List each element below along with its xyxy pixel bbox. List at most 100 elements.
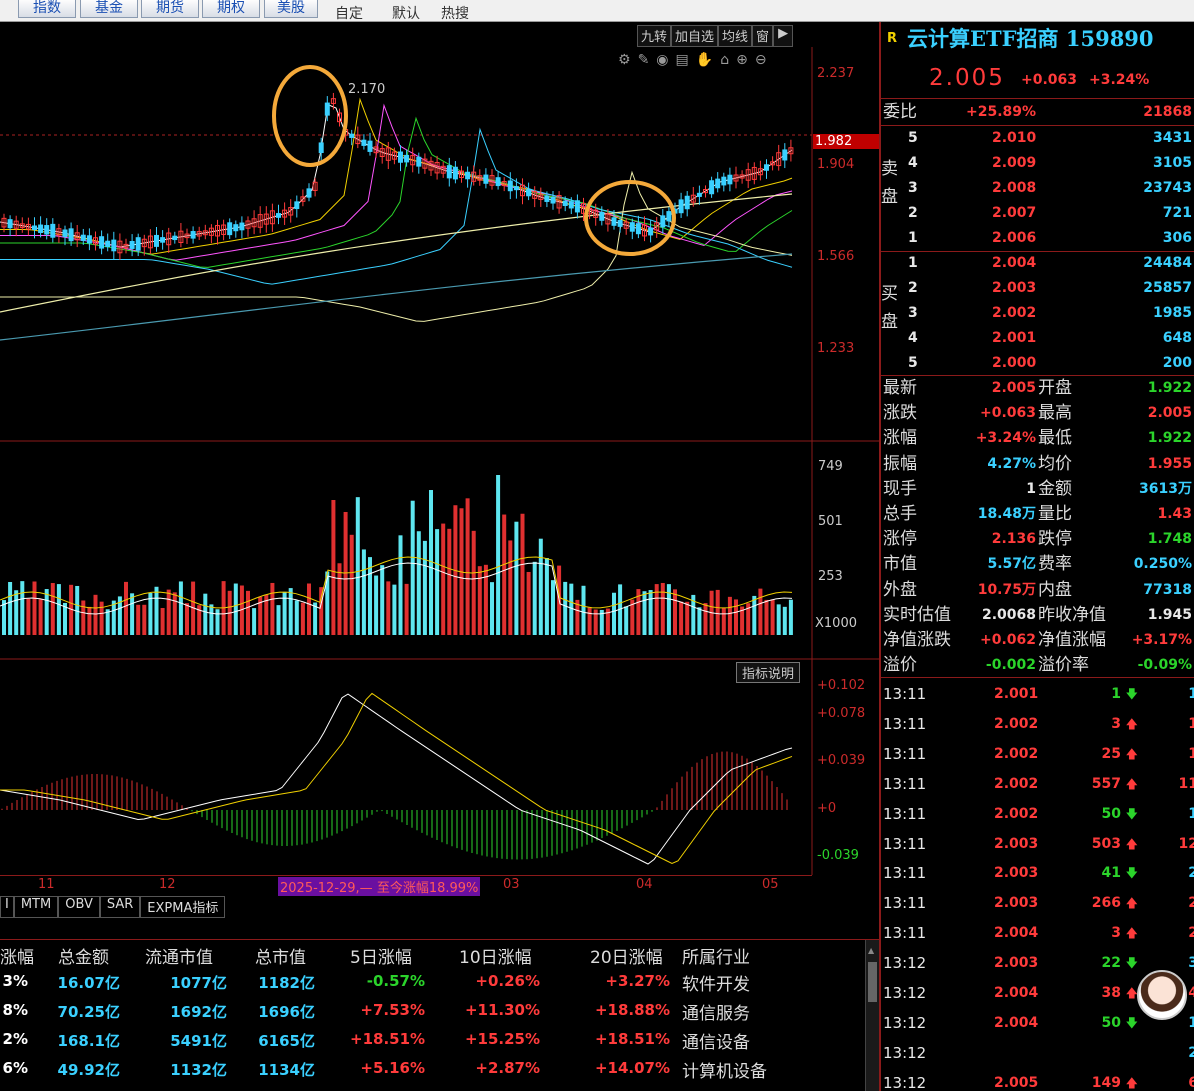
volume-bar bbox=[172, 592, 177, 635]
up-arrow-icon: 🡅 bbox=[1125, 716, 1138, 731]
candle-body bbox=[599, 211, 605, 221]
sell-side-label: 卖盘 bbox=[881, 159, 898, 207]
buy-order-row[interactable]: 1 2.004 24484 bbox=[881, 251, 1194, 276]
tick-time: 13:11 bbox=[883, 864, 927, 883]
volume-bar bbox=[331, 500, 336, 635]
tick-price: 2.002 bbox=[994, 805, 1039, 822]
volume-bar bbox=[483, 564, 488, 635]
stat-row: 溢价 -0.002 溢价率 -0.09% bbox=[881, 653, 1194, 678]
tab-futures[interactable]: 期货 bbox=[141, 0, 199, 18]
candle-body bbox=[416, 156, 422, 167]
buy-order-row[interactable]: 2 2.003 25857 bbox=[881, 276, 1194, 301]
table-row[interactable]: 2% 168.1亿 5491亿 6165亿 +18.51% +15.25% +18.51% 通… bbox=[0, 1028, 865, 1056]
volume-bar bbox=[288, 588, 293, 635]
volume-bar bbox=[8, 581, 13, 635]
volume-bar bbox=[624, 606, 629, 635]
table-cell: 计算机设备 bbox=[682, 1062, 767, 1082]
up-arrow-icon: 🡅 bbox=[1125, 926, 1138, 941]
tab-us-stocks[interactable]: 美股 bbox=[264, 0, 318, 18]
candle-body bbox=[709, 180, 715, 195]
col-header-total-cap[interactable]: 总市值 bbox=[255, 943, 306, 968]
table-cell: 1692亿 bbox=[170, 1003, 227, 1021]
table-cell: 1132亿 bbox=[170, 1061, 227, 1079]
tick-volume: 266 bbox=[1091, 895, 1121, 912]
col-header-20d[interactable]: 20日涨幅 bbox=[590, 943, 663, 968]
sell-order-row[interactable]: 4 2.009 3105 bbox=[881, 151, 1194, 176]
order-level: 4 bbox=[908, 330, 918, 346]
candle-body bbox=[105, 240, 111, 248]
indicator-help-button[interactable]: 指标说明 bbox=[736, 662, 801, 683]
col-header-change[interactable]: 涨幅 bbox=[0, 943, 34, 968]
tab-default[interactable]: 默认 bbox=[392, 3, 420, 23]
sell-order-row[interactable]: 2 2.007 721 bbox=[881, 201, 1194, 226]
candle-body bbox=[696, 192, 702, 197]
buy-order-row[interactable]: 5 2.000 200 bbox=[881, 351, 1194, 376]
order-price: 2.003 bbox=[992, 280, 1037, 296]
order-price: 2.008 bbox=[992, 180, 1037, 196]
macd-axis-1: +0.102 bbox=[817, 678, 866, 693]
volume-bar bbox=[209, 604, 214, 635]
candle-body bbox=[666, 211, 672, 222]
candle-body bbox=[190, 231, 196, 239]
peak-price-label: 2.170 bbox=[348, 82, 386, 97]
buy-order-row[interactable]: 3 2.002 1985 bbox=[881, 301, 1194, 326]
stat-value: +0.063 bbox=[979, 405, 1036, 422]
tick-price: 2.004 bbox=[994, 985, 1039, 1001]
indicator-tab-expma[interactable]: EXPMA指标 bbox=[140, 896, 226, 918]
indicator-tab-obv[interactable]: OBV bbox=[58, 896, 100, 918]
col-header-float-cap[interactable]: 流通市值 bbox=[145, 943, 213, 968]
tick-time: 13:12 bbox=[883, 984, 927, 1002]
table-row[interactable]: 8% 70.25亿 1692亿 1696亿 +7.53% +11.30% +18.88% 通信… bbox=[0, 999, 865, 1027]
stat-value: -0.09% bbox=[1137, 657, 1192, 674]
sell-order-row[interactable]: 5 2.010 3431 bbox=[881, 126, 1194, 151]
scrollbar-thumb[interactable] bbox=[868, 962, 877, 1002]
stat-label: 最低 bbox=[1038, 428, 1072, 449]
stat-label: 净值涨幅 bbox=[1038, 630, 1106, 650]
sell-order-row[interactable]: 1 2.006 306 bbox=[881, 226, 1194, 251]
col-header-10d[interactable]: 10日涨幅 bbox=[459, 943, 532, 968]
candle-body bbox=[135, 237, 141, 251]
tab-fund[interactable]: 基金 bbox=[80, 0, 138, 18]
sell-order-row[interactable]: 3 2.008 23743 bbox=[881, 176, 1194, 201]
col-header-5d[interactable]: 5日涨幅 bbox=[350, 943, 412, 968]
stat-value: 18.48万 bbox=[977, 506, 1036, 522]
table-cell: +3.27% bbox=[605, 972, 670, 990]
candle-body bbox=[233, 224, 239, 232]
volume-chart[interactable] bbox=[0, 442, 879, 660]
candle-body bbox=[635, 223, 641, 235]
price-change-pct: +3.24% bbox=[1089, 72, 1150, 88]
stat-value: 1 bbox=[1026, 480, 1036, 497]
col-header-turnover[interactable]: 总金额 bbox=[58, 943, 109, 968]
buy-order-row[interactable]: 4 2.001 648 bbox=[881, 326, 1194, 351]
volume-bar bbox=[581, 585, 586, 635]
table-row[interactable]: 3% 16.07亿 1077亿 1182亿 -0.57% +0.26% +3.27% 软件开发 bbox=[0, 970, 865, 998]
volume-bar bbox=[246, 590, 250, 635]
tab-hot-search[interactable]: 热搜 bbox=[441, 3, 469, 23]
table-row[interactable]: 6% 49.92亿 1132亿 1134亿 +5.16% +2.87% +14.07% 计算机… bbox=[0, 1057, 865, 1085]
candle-body bbox=[629, 222, 635, 232]
candlestick-chart[interactable] bbox=[0, 22, 879, 442]
tab-options[interactable]: 期权 bbox=[202, 0, 260, 18]
table-scrollbar[interactable]: ▲ bbox=[865, 940, 879, 1091]
tick-row: 13:11 2.002 3 🡅 1 bbox=[881, 710, 1194, 739]
indicator-tab-mtm[interactable]: MTM bbox=[13, 896, 59, 918]
volume-unit: X1000 bbox=[815, 616, 857, 631]
tab-index[interactable]: 指数 bbox=[18, 0, 76, 18]
volume-bar bbox=[788, 599, 793, 635]
r-badge: R bbox=[887, 31, 898, 46]
tick-volume: 557 bbox=[1091, 775, 1121, 792]
table-cell: 1134亿 bbox=[258, 1061, 315, 1079]
indicator-tab-i[interactable]: I bbox=[0, 896, 14, 918]
tick-price: 2.002 bbox=[994, 775, 1039, 792]
price-change: +0.063 bbox=[1021, 72, 1078, 88]
stat-row: 涨跌 +0.063 最高 2.005 bbox=[881, 401, 1194, 426]
tick-row: 13:11 2.001 1 🡇 1 bbox=[881, 680, 1194, 709]
macd-chart[interactable] bbox=[0, 660, 879, 875]
table-cell: 6165亿 bbox=[258, 1032, 315, 1050]
tab-custom[interactable]: 自定 bbox=[335, 3, 363, 23]
col-header-industry[interactable]: 所属行业 bbox=[682, 943, 750, 968]
indicator-tab-sar[interactable]: SAR bbox=[99, 896, 141, 918]
assistant-avatar[interactable] bbox=[1137, 970, 1187, 1020]
buy-side-label: 买盘 bbox=[881, 284, 898, 332]
stat-label: 涨幅 bbox=[883, 428, 917, 449]
